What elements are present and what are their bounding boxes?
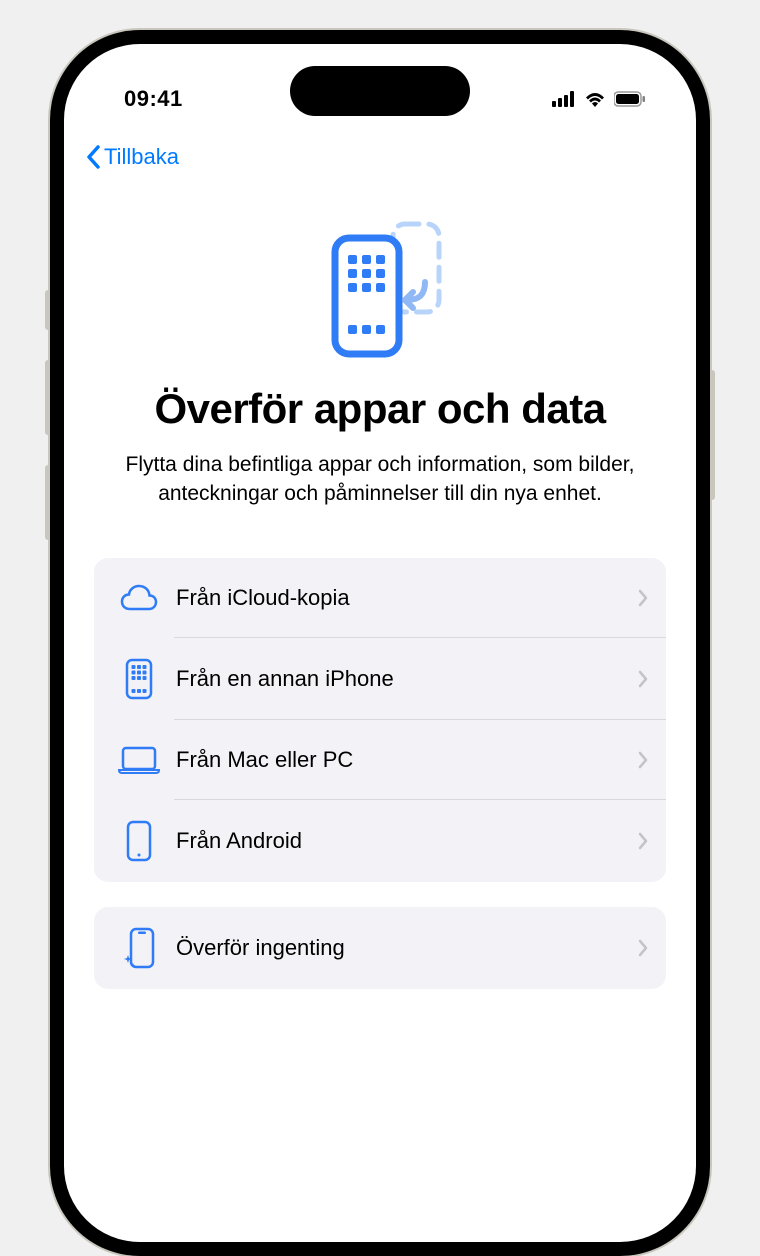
side-buttons-left [45,290,50,570]
back-label: Tillbaka [104,144,179,170]
option-android[interactable]: Från Android [94,800,666,882]
side-buttons-right [710,370,715,500]
primary-options-group: Från iCloud-kopia [94,558,666,882]
phone-frame: 09:41 [50,30,710,1256]
status-icons [552,91,646,107]
chevron-right-icon [638,589,648,607]
phone-outline-icon [114,820,164,862]
laptop-icon [114,746,164,774]
chevron-left-icon [84,145,102,169]
option-transfer-nothing[interactable]: Överför ingenting [94,907,666,989]
secondary-options-group: Överför ingenting [94,907,666,989]
option-icloud-backup[interactable]: Från iCloud-kopia [94,558,666,638]
option-label: Från Mac eller PC [176,747,638,773]
page-title: Överför appar och data [94,385,666,433]
cloud-icon [114,584,164,612]
chevron-right-icon [638,939,648,957]
chevron-right-icon [638,670,648,688]
chevron-right-icon [638,751,648,769]
iphone-apps-icon [114,658,164,700]
option-label: Från Android [176,828,638,854]
back-button[interactable]: Tillbaka [84,144,179,170]
option-mac-pc[interactable]: Från Mac eller PC [94,720,666,800]
nav-bar: Tillbaka [64,124,696,180]
option-another-iphone[interactable]: Från en annan iPhone [94,638,666,720]
option-label: Överför ingenting [176,935,638,961]
battery-icon [614,91,646,107]
screen: 09:41 [64,44,696,1242]
page-subtitle: Flytta dina befintliga appar och informa… [94,451,666,508]
status-time: 09:41 [124,86,183,112]
chevron-right-icon [638,832,648,850]
phone-sparkle-icon [114,927,164,969]
cellular-icon [552,91,576,107]
wifi-icon [584,91,606,107]
option-label: Från en annan iPhone [176,666,638,692]
transfer-hero-icon [94,220,666,360]
option-label: Från iCloud-kopia [176,585,638,611]
dynamic-island [290,66,470,116]
content: Överför appar och data Flytta dina befin… [64,180,696,989]
